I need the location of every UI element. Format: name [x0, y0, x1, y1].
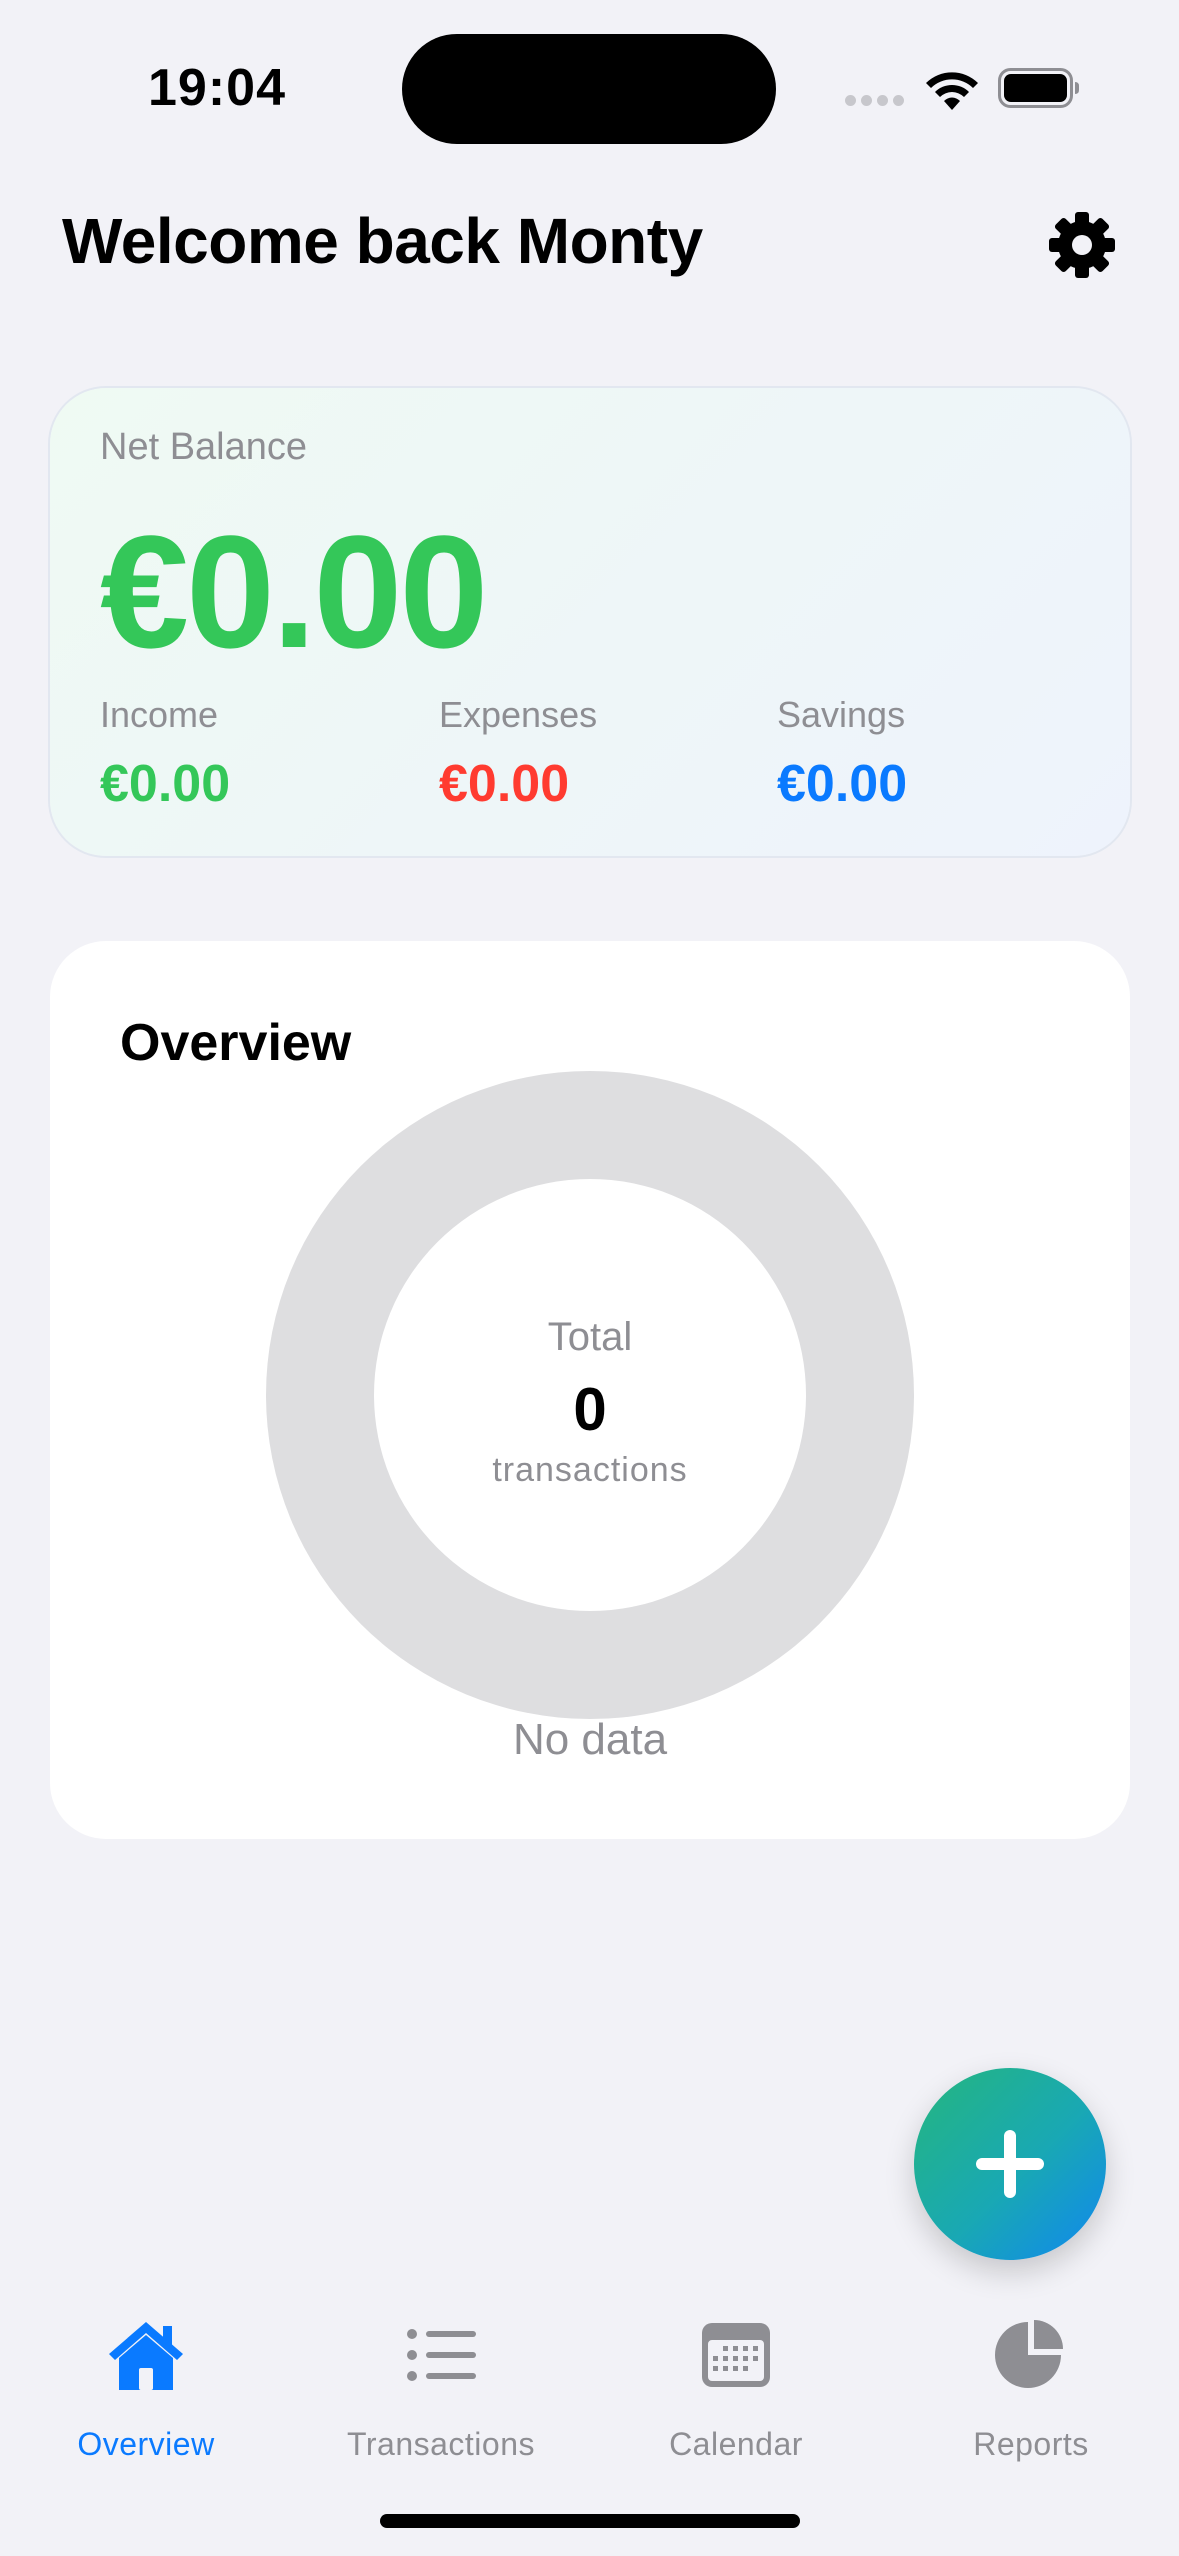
no-data-label: No data: [512, 1715, 668, 1764]
page-title: Welcome back Monty: [62, 205, 703, 277]
total-count: 0: [573, 1376, 607, 1443]
total-label: Total: [547, 1315, 633, 1359]
home-indicator: [380, 2514, 800, 2528]
calendar-icon: [702, 2323, 770, 2387]
savings-label: Savings: [777, 694, 906, 735]
donut-center: Total 0 transactions: [374, 1179, 806, 1611]
income-value: €0.00: [100, 755, 231, 813]
tab-label-transactions: Transactions: [347, 2426, 535, 2462]
status-time: 19:04: [148, 59, 286, 117]
tab-transactions[interactable]: Transactions: [311, 2318, 571, 2468]
house-icon: [109, 2322, 183, 2390]
net-balance-label: Net Balance: [100, 426, 308, 468]
expenses-label: Expenses: [439, 694, 598, 735]
plus-icon: [976, 2130, 1044, 2198]
cellular-signal-icon: [845, 95, 905, 107]
dynamic-island: [402, 34, 776, 144]
tab-calendar[interactable]: Calendar: [606, 2318, 866, 2468]
donut-chart: Total 0 transactions: [266, 1071, 914, 1719]
gear-icon[interactable]: [1045, 208, 1119, 282]
total-unit: transactions: [492, 1451, 688, 1489]
list-icon: [407, 2329, 476, 2381]
battery-icon: [998, 68, 1079, 108]
overview-card: Overview Total 0 transactions No data: [50, 941, 1130, 1839]
tab-label-calendar: Calendar: [669, 2426, 803, 2462]
tab-label-reports: Reports: [973, 2426, 1089, 2462]
expenses-value: €0.00: [439, 755, 570, 813]
wifi-icon: [926, 72, 978, 110]
tab-label-overview: Overview: [77, 2426, 215, 2462]
pie-chart-icon: [995, 2320, 1063, 2388]
income-label: Income: [100, 694, 219, 735]
overview-title: Overview: [120, 1014, 352, 1072]
net-balance-value: €0.00: [100, 502, 488, 681]
balance-card: Net Balance €0.00 Income €0.00 Expenses …: [50, 388, 1130, 856]
tab-reports[interactable]: Reports: [901, 2318, 1161, 2468]
tab-overview[interactable]: Overview: [16, 2318, 276, 2468]
add-transaction-button[interactable]: [914, 2068, 1106, 2260]
savings-value: €0.00: [777, 755, 908, 813]
